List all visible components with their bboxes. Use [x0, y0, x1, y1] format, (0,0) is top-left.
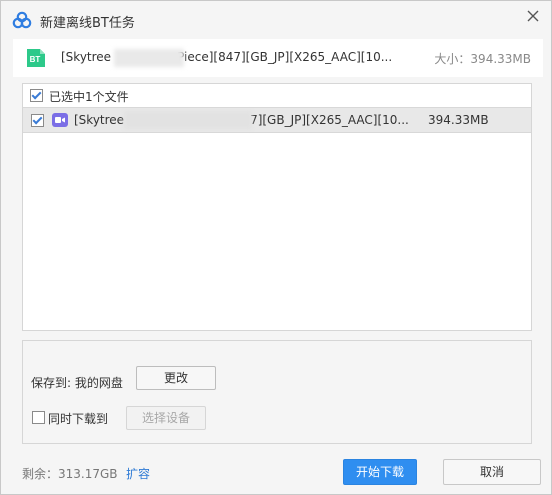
torrent-size: 大小：394.33MB: [434, 52, 531, 66]
select-device-button[interactable]: 选择设备: [126, 406, 206, 430]
file-name-end: 7][GB_JP][X265_AAC][10...: [250, 113, 409, 127]
torrent-info: BT [Skytree Piece][847][GB_JP][X265_AAC][…: [13, 39, 543, 77]
expand-link[interactable]: 扩容: [126, 465, 150, 482]
start-download-button[interactable]: 开始下载: [343, 459, 417, 485]
dialog-window: 新建离线BT任务 BT [Skytree Piece][847][GB_JP][X…: [0, 0, 552, 495]
save-settings: 保存到: 我的网盘 更改 同时下载到 选择设备: [22, 340, 532, 444]
redacted-area: [124, 111, 252, 129]
file-size: 394.33MB: [428, 113, 489, 127]
cloud-logo-icon: [12, 11, 32, 29]
selected-count-label: 已选中1个文件: [49, 90, 129, 104]
file-list: 已选中1个文件 [Skytree 7][GB_JP][X265_AAC][10..…: [22, 83, 532, 331]
file-row[interactable]: [Skytree 7][GB_JP][X265_AAC][10... 394.33…: [23, 107, 531, 133]
bt-file-icon: BT: [27, 49, 45, 67]
file-checkbox[interactable]: [31, 114, 44, 127]
torrent-name-start: [Skytree: [61, 50, 112, 64]
torrent-name-end: Piece][847][GB_JP][X265_AAC][10...: [177, 50, 393, 64]
torrent-name: [Skytree Piece][847][GB_JP][X265_AAC][10.…: [61, 50, 392, 64]
bt-badge-label: BT: [30, 55, 41, 64]
dialog-title: 新建离线BT任务: [40, 16, 135, 31]
video-file-icon: [52, 113, 68, 127]
redacted-area: [114, 49, 184, 67]
file-list-header: 已选中1个文件: [23, 84, 531, 106]
sync-download-checkbox[interactable]: [32, 411, 45, 424]
select-all-checkbox[interactable]: [30, 89, 43, 102]
title-bar[interactable]: 新建离线BT任务: [1, 1, 551, 39]
cancel-button[interactable]: 取消: [443, 459, 541, 485]
save-path-label: 保存到: 我的网盘: [31, 376, 123, 390]
sync-download-label: 同时下载到: [48, 412, 109, 426]
change-path-button[interactable]: 更改: [136, 366, 216, 390]
close-icon[interactable]: [524, 7, 542, 25]
remaining-space: 剩余：313.17GB: [22, 467, 118, 481]
file-name-start: [Skytree: [74, 113, 125, 127]
